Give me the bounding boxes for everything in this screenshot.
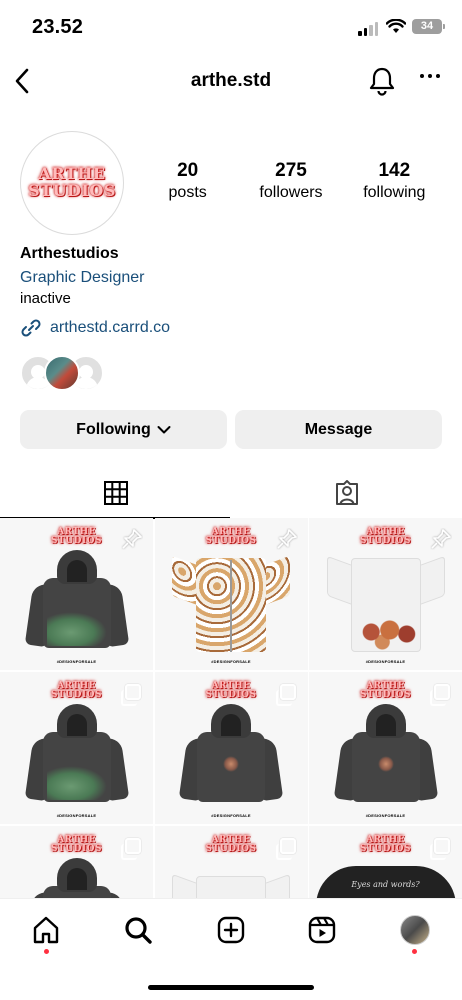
nav-reels[interactable] [305,913,339,947]
profile-actions: Following Message [20,410,442,449]
carousel-icon [430,838,450,860]
message-button[interactable]: Message [235,410,442,449]
tab-posts-grid[interactable] [0,468,231,518]
carousel-icon [430,684,450,706]
carousel-icon [275,838,296,860]
hoodie-image [24,550,129,654]
nav-home[interactable] [29,913,63,947]
pin-icon [122,529,142,549]
mutual-followers[interactable] [20,355,110,391]
stat-followers-value: 275 [275,160,307,181]
grid-icon [103,481,128,505]
pin-icon [431,529,451,549]
post-tag: #DESIGNFORSALE [56,813,97,818]
hoodie-image [24,704,129,808]
carousel-icon [121,684,141,706]
wifi-icon [386,19,406,33]
following-button[interactable]: Following [20,410,227,449]
stat-posts-value: 20 [177,160,199,181]
search-icon [125,917,152,944]
stat-following[interactable]: 142 following [343,160,446,203]
nav-profile[interactable] [398,913,432,947]
profile-link[interactable]: arthestd.carrd.co [20,317,440,339]
tab-tagged[interactable] [231,468,462,518]
carousel-icon [121,838,141,860]
reels-icon [308,916,336,944]
hoodie-image [333,704,438,808]
notifications-button[interactable] [368,66,396,101]
post-tag: #DESIGNFORSALE [56,659,97,664]
post-thumbnail[interactable]: ARTHE STUDIOS #DESIGNFORSALE [154,672,308,824]
more-horizontal-icon [420,74,424,78]
profile-header-bar: arthe.std [0,56,462,108]
status-bar: 23.52 34 [0,0,462,52]
more-dot [436,74,440,78]
profile-category: Graphic Designer [20,269,145,286]
battery-icon: 34 [412,19,445,34]
stat-posts[interactable]: 20 posts [136,160,239,203]
pin-icon [276,529,297,549]
chevron-down-icon [157,425,171,433]
nav-search[interactable] [121,913,155,947]
stat-posts-label: posts [168,184,207,201]
profile-avatar[interactable]: ARTHE STUDIOS [20,131,124,235]
white-shirt-image [326,552,445,656]
post-tag: #DESIGNFORSALE [365,659,406,664]
more-options-button[interactable] [420,74,440,78]
post-thumbnail[interactable]: ARTHE STUDIOS #DESIGNFORSALE [309,672,462,824]
floral-shirt-image [172,552,290,656]
carousel-icon [275,684,296,706]
profile-avatar-small [400,915,430,945]
profile-link-text: arthestd.carrd.co [50,319,171,336]
status-time: 23.52 [32,16,84,38]
stat-following-value: 142 [378,160,411,181]
more-dot [428,74,432,78]
post-tag: #DESIGNFORSALE [365,813,406,818]
stat-following-label: following [363,184,426,201]
post-tag: #DESIGNFORSALE [211,659,251,664]
nav-create[interactable] [214,913,248,947]
hoodie-image [178,704,284,808]
profile-display-name: Arthestudios [20,245,119,262]
avatar-logo-line2: STUDIOS [28,181,116,200]
bottom-tab-bar [0,898,462,1000]
home-notification-dot [44,949,49,954]
stat-followers-label: followers [259,184,323,201]
following-button-label: Following [76,420,151,438]
profile-notification-dot [412,949,417,954]
jacket-script: Eyes and words? [351,880,420,889]
message-button-label: Message [304,420,373,438]
plus-square-icon [217,916,245,944]
post-thumbnail[interactable]: ARTHE STUDIOS #DESIGNFORSALE [0,672,153,824]
mutual-avatar [44,355,80,391]
post-tag: #DESIGNFORSALE [211,813,251,818]
link-icon [21,319,41,337]
home-indicator[interactable] [148,985,314,990]
profile-stats: 20 posts 275 followers 142 following [136,160,446,203]
bio-text: inactive [20,290,71,307]
post-thumbnail[interactable]: ARTHE STUDIOS #DESIGNFORSALE [154,518,308,670]
bell-icon [369,67,395,96]
post-thumbnail[interactable]: ARTHE STUDIOS #DESIGNFORSALE [0,518,153,670]
profile-tabs [0,468,462,518]
post-thumbnail[interactable]: ARTHE STUDIOS #DESIGNFORSALE [309,518,462,670]
cellular-signal-icon [358,22,378,36]
profile-bio: Arthestudios Graphic Designer inactive a… [20,244,440,339]
stat-followers[interactable]: 275 followers [239,160,342,203]
tagged-person-icon [335,480,358,505]
home-icon [33,916,59,944]
